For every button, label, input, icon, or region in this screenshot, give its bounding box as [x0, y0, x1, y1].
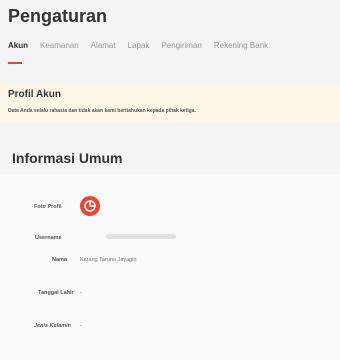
avatar-logo-icon — [84, 200, 96, 212]
tab-rekening-bank[interactable]: Rekening Bank — [214, 41, 268, 50]
general-info-card — [0, 174, 340, 360]
page-title: Pengaturan — [8, 6, 108, 26]
avatar[interactable] — [80, 196, 100, 216]
name-label: Nama — [52, 257, 67, 263]
birthdate-label: Tanggal Lahir — [38, 290, 74, 296]
settings-tabs: Akun Keamanan Alamat Lapak Pengiriman Re… — [8, 41, 340, 50]
gender-value: - — [80, 323, 82, 329]
section-title: Informasi Umum — [12, 150, 123, 166]
name-value: Karang Taruna Jayagiri — [80, 257, 137, 263]
tab-alamat[interactable]: Alamat — [91, 41, 116, 50]
tab-pengiriman[interactable]: Pengiriman — [161, 41, 201, 50]
birthdate-value: - — [80, 290, 82, 296]
notice-text: Data Anda selalu rahasia dan tidak akan … — [8, 108, 196, 114]
photo-label: Foto Profil — [34, 204, 62, 210]
profile-notice: Profil Akun Data Anda selalu rahasia dan… — [0, 84, 340, 122]
tab-akun[interactable]: Akun — [8, 41, 28, 50]
active-tab-indicator — [8, 62, 22, 64]
notice-title: Profil Akun — [8, 89, 61, 100]
tab-keamanan-label: Keamanan — [40, 41, 79, 50]
username-label: Username — [35, 235, 62, 241]
gender-label: Jenis Kelamin — [34, 323, 71, 329]
tab-lapak[interactable]: Lapak — [128, 41, 150, 50]
username-value-blurred — [106, 234, 176, 239]
tab-keamanan[interactable]: Keamanan — [40, 41, 79, 50]
